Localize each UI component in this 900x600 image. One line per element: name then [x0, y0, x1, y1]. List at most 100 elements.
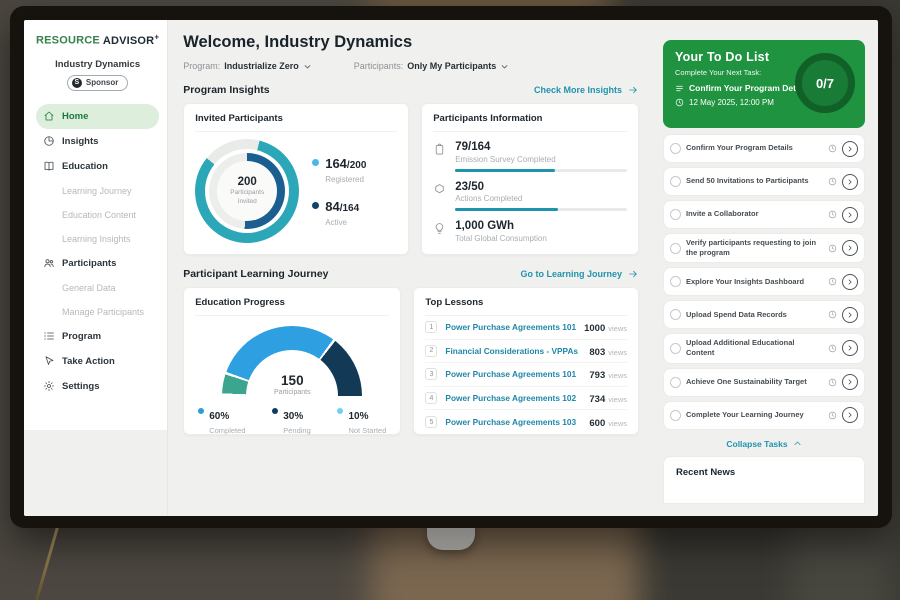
people-icon [43, 257, 55, 269]
task-checkbox[interactable] [670, 410, 681, 421]
task-open-button[interactable] [842, 174, 858, 190]
main-content: Welcome, Industry Dynamics Program: Indu… [168, 20, 652, 516]
logo-secondary: ADVISOR+ [103, 35, 159, 47]
arrow-right-icon [627, 269, 639, 279]
sidebar-item-participants[interactable]: Participants [36, 251, 159, 276]
sidebar-item-take-action[interactable]: Take Action [36, 349, 159, 374]
clock-icon [828, 244, 837, 253]
task-open-button[interactable] [842, 374, 858, 390]
app-logo: RESOURCE ADVISOR+ [36, 32, 159, 47]
sidebar-item-home[interactable]: Home [36, 104, 159, 129]
legend-pending: 30% Pending [272, 406, 311, 435]
journey-cards-row: Education Progress 150 Participants [183, 287, 639, 435]
sidebar-item-program[interactable]: Program [36, 324, 159, 349]
sidebar-item-learning-journey[interactable]: Learning Journey [36, 179, 159, 203]
lesson-link[interactable]: Power Purchase Agreements 101 [445, 322, 576, 332]
lesson-link[interactable]: Power Purchase Agreements 103 [445, 417, 581, 427]
insights-cards-row: Invited Participants 200 Participants In… [183, 103, 639, 255]
lesson-link[interactable]: Financial Considerations - VPPAs [445, 346, 581, 356]
task-upload-spend-data[interactable]: Upload Spend Data Records [663, 300, 865, 329]
hexagon-icon [433, 183, 446, 196]
lesson-row: 1 Power Purchase Agreements 101 1000view… [425, 316, 627, 340]
card-title: Invited Participants [195, 113, 397, 132]
sidebar-item-manage-participants[interactable]: Manage Participants [36, 300, 159, 324]
invited-participants-card: Invited Participants 200 Participants In… [183, 103, 409, 255]
task-invite-collaborator[interactable]: Invite a Collaborator [663, 200, 865, 229]
sidebar-item-learning-insights[interactable]: Learning Insights [36, 227, 159, 251]
task-explore-insights[interactable]: Explore Your Insights Dashboard [663, 267, 865, 296]
collapse-tasks-link[interactable]: Collapse Tasks [663, 439, 865, 449]
task-open-button[interactable] [842, 407, 858, 423]
sidebar: RESOURCE ADVISOR+ Industry Dynamics S Sp… [24, 20, 168, 516]
lesson-link[interactable]: Power Purchase Agreements 101 [445, 369, 581, 379]
lesson-link[interactable]: Power Purchase Agreements 102 [445, 393, 581, 403]
task-open-button[interactable] [842, 240, 858, 256]
task-checkbox[interactable] [670, 243, 681, 254]
sidebar-item-settings[interactable]: Settings [36, 374, 159, 399]
task-open-button[interactable] [842, 307, 858, 323]
clock-icon [828, 344, 837, 353]
chevron-up-icon [793, 439, 802, 448]
insights-icon [43, 135, 55, 147]
go-to-learning-journey-link[interactable]: Go to Learning Journey [520, 269, 639, 279]
legend-dot [312, 202, 319, 209]
participants-information-card: Participants Information 79/164 Emission… [421, 103, 639, 255]
section-title: Participant Learning Journey [183, 268, 328, 280]
scene: RESOURCE ADVISOR+ Industry Dynamics S Sp… [0, 0, 900, 600]
sidebar-item-education-content[interactable]: Education Content [36, 203, 159, 227]
list-icon [43, 330, 55, 342]
chevron-right-icon [846, 378, 854, 386]
lesson-row: 5 Power Purchase Agreements 103 600views [425, 410, 627, 434]
donut-legend: 164/200 Registered 84/164 Active [312, 155, 366, 227]
task-verify-participants[interactable]: Verify participants requesting to join t… [663, 233, 865, 263]
task-checkbox[interactable] [670, 309, 681, 320]
sponsor-badge-label: Sponsor [86, 78, 118, 87]
legend-completed: 60% Completed [198, 406, 245, 435]
recent-news-title: Recent News [676, 467, 735, 478]
clock-icon [828, 277, 837, 286]
gauge-center-label: 150 Participants [222, 374, 362, 397]
task-checkbox[interactable] [670, 143, 681, 154]
lesson-row: 4 Power Purchase Agreements 102 734views [425, 387, 627, 411]
task-open-button[interactable] [842, 141, 858, 157]
task-upload-educational-content[interactable]: Upload Additional Educational Content [663, 333, 865, 363]
participants-filter-dropdown[interactable]: Participants: Only My Participants [354, 61, 510, 71]
sidebar-item-insights[interactable]: Insights [36, 129, 159, 154]
cursor-action-icon [43, 355, 55, 367]
task-checkbox[interactable] [670, 377, 681, 388]
task-achieve-sustainability-target[interactable]: Achieve One Sustainability Target [663, 368, 865, 397]
legend-not-started: 10% Not Started [337, 406, 386, 435]
task-complete-learning-journey[interactable]: Complete Your Learning Journey [663, 401, 865, 430]
education-progress-card: Education Progress 150 Participants [183, 287, 401, 435]
survey-row: 79/164 Emission Survey Completed [433, 141, 627, 172]
check-more-insights-link[interactable]: Check More Insights [534, 85, 639, 95]
task-checkbox[interactable] [670, 276, 681, 287]
invited-donut-outer: 200 Participants Invited [195, 139, 299, 243]
sidebar-item-general-data[interactable]: General Data [36, 276, 159, 300]
task-open-button[interactable] [842, 340, 858, 356]
task-confirm-program-details[interactable]: Confirm Your Program Details [663, 134, 865, 163]
chevron-right-icon [846, 344, 854, 352]
legend-dot [312, 159, 319, 166]
clock-icon [828, 177, 837, 186]
education-gauge-chart: 150 Participants [222, 326, 362, 396]
task-checkbox[interactable] [670, 343, 681, 354]
task-open-button[interactable] [842, 274, 858, 290]
task-checkbox[interactable] [670, 176, 681, 187]
sidebar-item-education[interactable]: Education [36, 154, 159, 179]
task-send-invitations[interactable]: Send 50 Invitations to Participants [663, 167, 865, 196]
chevron-down-icon [500, 62, 509, 71]
clock-icon [675, 98, 684, 107]
task-checkbox[interactable] [670, 209, 681, 220]
program-filter-dropdown[interactable]: Program: Industrialize Zero [183, 61, 312, 71]
sponsor-badge[interactable]: S Sponsor [67, 75, 128, 91]
todo-panel: Your To Do List Complete Your Next Task:… [652, 20, 878, 516]
chevron-right-icon [846, 145, 854, 153]
task-open-button[interactable] [842, 207, 858, 223]
legend-active: 84/164 Active [312, 198, 366, 227]
card-title: Education Progress [195, 297, 389, 316]
clock-icon [828, 210, 837, 219]
lesson-row: 3 Power Purchase Agreements 101 793views [425, 363, 627, 387]
todo-progress-ring: 0/7 [795, 53, 855, 113]
card-title: Participants Information [433, 113, 627, 132]
